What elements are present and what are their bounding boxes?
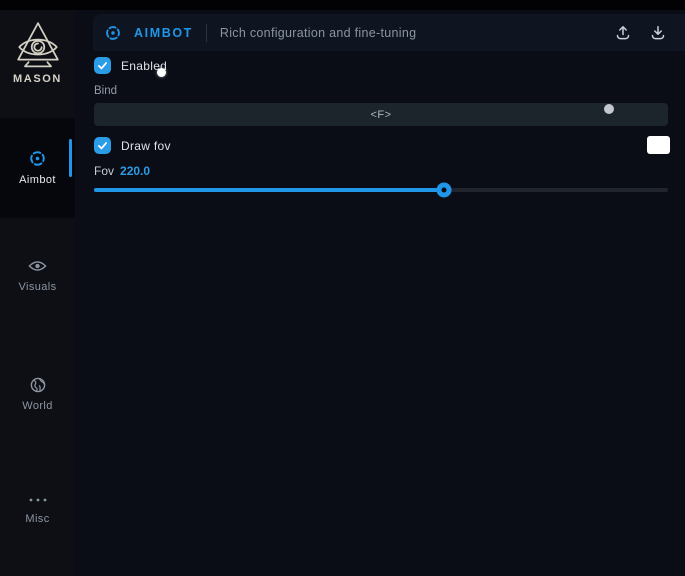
brand-name: MASON bbox=[0, 73, 75, 85]
slider-handle-hole bbox=[442, 188, 447, 193]
fov-value: 220.0 bbox=[120, 164, 150, 178]
mouse-cursor-dot bbox=[157, 68, 166, 77]
download-icon bbox=[649, 24, 667, 42]
mason-app-window: MASON Aimbot Visuals bbox=[0, 0, 685, 576]
mason-pyramid-eye-icon bbox=[13, 20, 63, 70]
bind-key-field[interactable]: <F> bbox=[94, 103, 668, 126]
fov-value-row: Fov 220.0 bbox=[94, 164, 150, 178]
upload-icon bbox=[614, 24, 632, 42]
fov-color-swatch[interactable] bbox=[647, 136, 670, 154]
download-config-button[interactable] bbox=[647, 22, 669, 44]
brand-logo: MASON bbox=[0, 20, 75, 85]
sidebar-item-label: Aimbot bbox=[19, 174, 56, 186]
bind-label: Bind bbox=[94, 85, 117, 97]
bind-field-dot bbox=[604, 104, 614, 114]
sidebar-item-world[interactable]: World bbox=[0, 377, 75, 412]
sidebar-item-visuals[interactable]: Visuals bbox=[0, 258, 75, 293]
sidebar-item-label: World bbox=[22, 400, 53, 412]
eye-icon bbox=[28, 258, 47, 274]
crosshair-icon bbox=[104, 25, 122, 41]
page-title: AIMBOT bbox=[134, 26, 193, 40]
check-icon bbox=[96, 59, 109, 72]
sidebar-item-label: Visuals bbox=[18, 281, 56, 293]
check-icon bbox=[96, 139, 109, 152]
crosshair-icon bbox=[28, 150, 47, 166]
header-divider bbox=[206, 24, 207, 42]
sidebar-item-aimbot[interactable]: Aimbot bbox=[0, 118, 75, 218]
active-indicator bbox=[69, 139, 72, 177]
page-header: AIMBOT Rich configuration and fine-tunin… bbox=[93, 14, 685, 51]
sidebar-item-label: Misc bbox=[25, 513, 49, 525]
bind-key-value: <F> bbox=[370, 109, 391, 121]
fov-slider-handle[interactable] bbox=[437, 183, 452, 198]
upload-config-button[interactable] bbox=[612, 22, 634, 44]
page-subtitle: Rich configuration and fine-tuning bbox=[220, 26, 416, 40]
fov-slider-fill bbox=[94, 188, 444, 192]
top-strip bbox=[0, 0, 685, 10]
fov-label: Fov bbox=[94, 164, 114, 178]
sidebar: MASON Aimbot Visuals bbox=[0, 0, 75, 576]
sidebar-item-misc[interactable]: Misc bbox=[0, 496, 75, 525]
fov-slider[interactable] bbox=[94, 183, 668, 197]
draw-fov-checkbox[interactable] bbox=[94, 137, 111, 154]
draw-fov-row: Draw fov bbox=[94, 137, 171, 154]
ellipsis-icon bbox=[28, 496, 48, 504]
globe-icon bbox=[30, 377, 46, 393]
draw-fov-label: Draw fov bbox=[121, 139, 171, 153]
enabled-checkbox[interactable] bbox=[94, 57, 111, 74]
